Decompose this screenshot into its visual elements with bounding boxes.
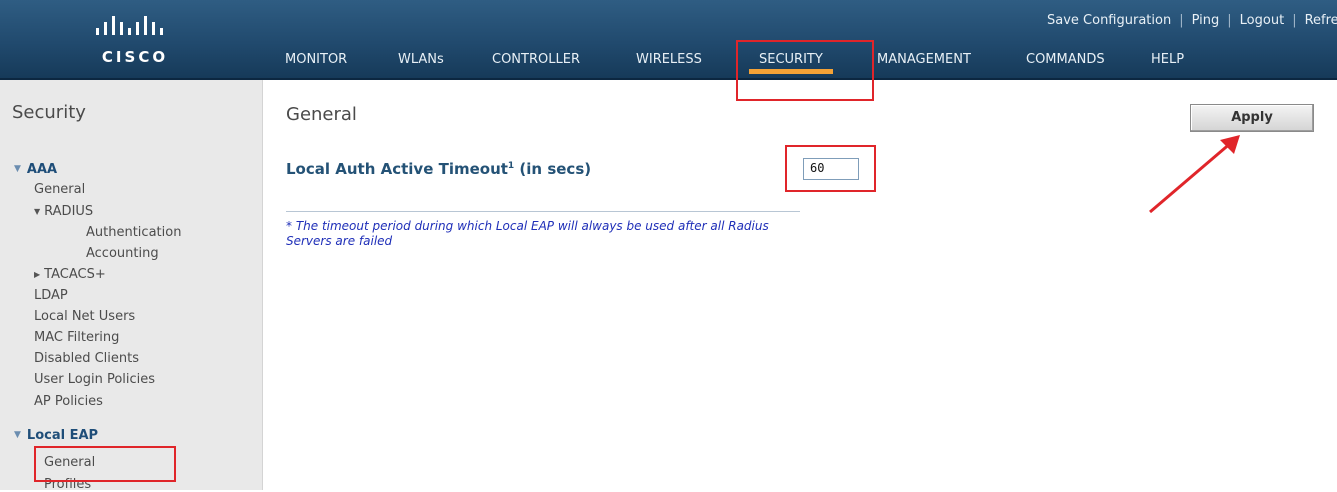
sidebar-item-user-login-policies[interactable]: User Login Policies [34, 372, 155, 387]
tab-help[interactable]: HELP [1151, 52, 1184, 74]
sidebar-item-ldap[interactable]: LDAP [34, 288, 68, 303]
sidebar-item-ap-policies[interactable]: AP Policies [34, 394, 103, 409]
tab-monitor[interactable]: MONITOR [285, 52, 347, 74]
footnote-marker[interactable]: 1 [508, 161, 514, 171]
sidebar-item-local-net-users[interactable]: Local Net Users [34, 309, 135, 324]
separator: | [1179, 13, 1184, 28]
sidebar-item-disabled-clients[interactable]: Disabled Clients [34, 351, 139, 366]
tab-controller[interactable]: CONTROLLER [492, 52, 580, 74]
separator: | [1227, 13, 1232, 28]
refresh-link[interactable]: Refres [1305, 13, 1337, 28]
expand-triangle-icon: ▼ [34, 207, 41, 216]
apply-button[interactable]: Apply [1190, 104, 1314, 132]
expand-triangle-icon: ▼ [14, 430, 21, 440]
timeout-field-label: Local Auth Active Timeout1 (in secs) [286, 160, 592, 178]
sidebar-item-radius[interactable]: ▼ RADIUS [34, 204, 93, 219]
top-banner: CISCO Save Configuration | Ping | Logout | Ref… [0, 0, 1337, 80]
sidebar-item-accounting[interactable]: Accounting [86, 246, 159, 261]
logout-link[interactable]: Logout [1240, 13, 1285, 28]
tab-wireless[interactable]: WIRELESS [636, 52, 702, 74]
sidebar-item-tacacs[interactable]: ▶ TACACS+ [34, 267, 106, 282]
sidebar: Security ▼ AAA General ▼ RADIUS Authentica… [0, 80, 263, 492]
sidebar-item-authentication[interactable]: Authentication [86, 225, 181, 240]
page-title: General [286, 104, 357, 125]
tab-management[interactable]: MANAGEMENT [877, 52, 971, 74]
utility-links: Save Configuration | Ping | Logout | Refres [927, 13, 1337, 31]
sidebar-item-general[interactable]: General [34, 182, 85, 197]
sidebar-section-local-eap[interactable]: ▼ Local EAP [14, 428, 98, 443]
timeout-note: * The timeout period during which Local … [286, 219, 769, 248]
sidebar-item-mac-filtering[interactable]: MAC Filtering [34, 330, 119, 345]
cisco-bars-icon [96, 16, 163, 35]
separator: | [1292, 13, 1297, 28]
sidebar-section-aaa[interactable]: ▼ AAA [14, 162, 57, 177]
highlight-local-eap-general [34, 446, 176, 482]
cisco-logo: CISCO [80, 14, 190, 72]
expand-triangle-icon: ▼ [14, 164, 21, 174]
highlight-security-tab [736, 40, 874, 101]
divider [286, 211, 800, 212]
logo-text: CISCO [101, 48, 169, 66]
red-arrow-icon [1149, 135, 1240, 214]
sidebar-title: Security [12, 102, 86, 123]
ping-link[interactable]: Ping [1192, 13, 1220, 28]
save-configuration-link[interactable]: Save Configuration [1047, 13, 1171, 28]
highlight-timeout-input [785, 145, 876, 192]
collapsed-triangle-icon: ▶ [34, 270, 41, 279]
tab-commands[interactable]: COMMANDS [1026, 52, 1105, 74]
tab-wlans[interactable]: WLANs [398, 52, 444, 74]
